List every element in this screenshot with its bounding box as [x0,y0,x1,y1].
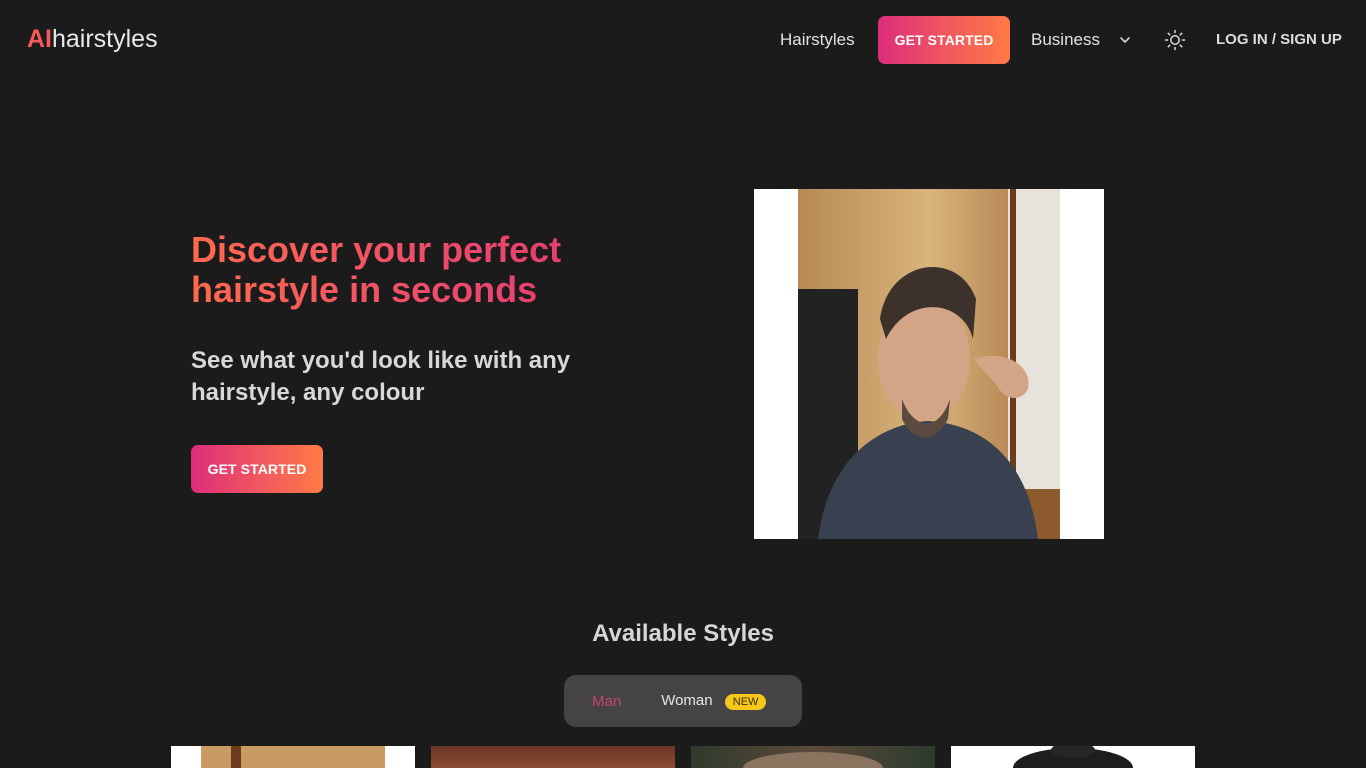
style-thumbnail-image [1013,746,1133,768]
hero-title: Discover your perfect hairstyle in secon… [191,230,651,310]
style-thumbnail[interactable] [691,746,935,768]
hero-get-started-button[interactable]: GET STARTED [191,445,323,493]
style-thumbnail[interactable] [171,746,415,768]
style-thumbnail[interactable] [431,746,675,768]
logo-hairstyles-text: hairstyles [52,25,158,53]
hero-photo [798,189,1060,539]
logo[interactable]: AIhairstyles [27,24,158,54]
nav-hairstyles-link[interactable]: Hairstyles [780,30,855,50]
tab-woman-label: Woman [661,692,713,710]
new-badge: NEW [724,693,767,710]
style-thumbnails [171,746,1195,768]
tab-woman[interactable]: Woman NEW [661,692,767,710]
available-styles-heading: Available Styles [592,620,774,647]
site-header: AIhairstyles Hairstyles GET STARTED Busi… [0,0,1366,80]
style-thumbnail[interactable] [951,746,1195,768]
logo-ai-text: AI [27,25,52,53]
sun-icon[interactable] [1163,28,1187,52]
hero-demo-image [754,189,1104,539]
tab-man[interactable]: Man [592,693,621,710]
gender-tabs: Man Woman NEW [564,675,802,727]
style-thumbnail-image [743,752,883,768]
style-thumbnail-image [201,746,385,768]
login-signup-link[interactable]: LOG IN / SIGN UP [1216,31,1342,48]
header-get-started-button[interactable]: GET STARTED [878,16,1010,64]
chevron-down-icon [1120,37,1130,43]
nav-business-dropdown[interactable]: Business [1031,30,1132,50]
hero-subtitle: See what you'd look like with any hairst… [191,347,571,406]
nav-business-label: Business [1031,30,1100,49]
